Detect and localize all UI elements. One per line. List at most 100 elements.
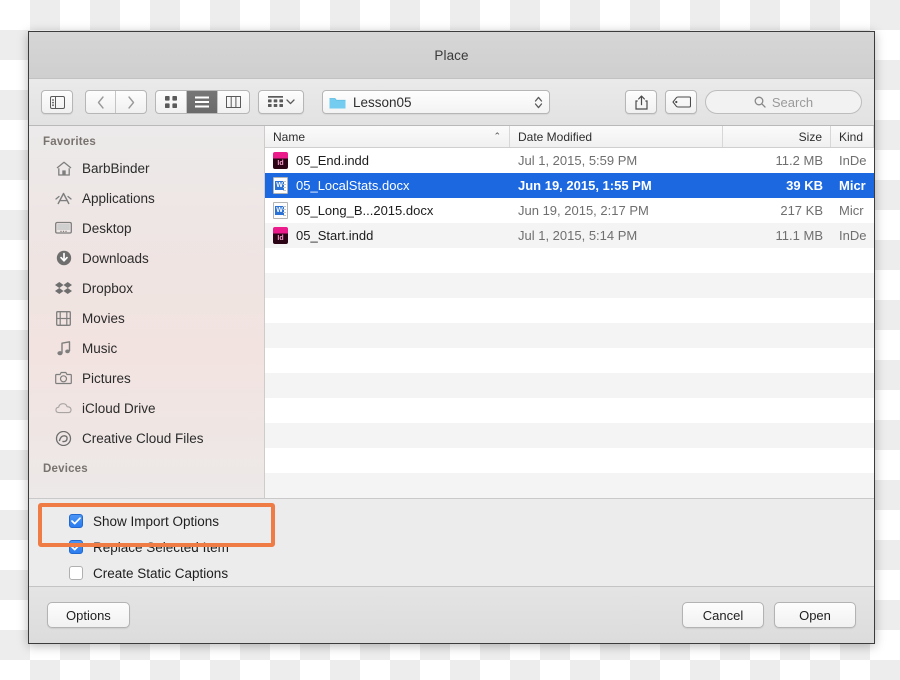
checkbox-create-static-captions[interactable]	[69, 566, 83, 580]
sidebar-toggle-button[interactable]	[41, 90, 73, 114]
chevron-right-icon	[127, 96, 135, 109]
column-header-label: Size	[799, 130, 822, 144]
movies-icon	[55, 310, 72, 327]
dropbox-icon	[55, 280, 72, 297]
checkbox-row-create-static-captions[interactable]: Create Static Captions	[69, 560, 874, 586]
file-name-cell: 05_LocalStats.docx	[265, 173, 510, 198]
path-popup-button[interactable]: Lesson05	[322, 90, 550, 114]
checkbox-label: Create Static Captions	[93, 566, 228, 581]
view-columns-button[interactable]	[218, 91, 249, 113]
file-size-cell: 217 KB	[723, 198, 831, 223]
file-kind-cell: Micr	[831, 198, 874, 223]
sidebar-item-label: Creative Cloud Files	[82, 431, 204, 446]
sidebar-item-downloads[interactable]: Downloads	[29, 243, 264, 273]
sidebar-section-header-devices: Devices	[29, 453, 264, 480]
import-options-pane: Show Import Options Replace Selected Ite…	[29, 498, 874, 586]
window-title: Place	[434, 48, 468, 63]
indesign-file-icon	[273, 227, 288, 244]
view-mode-buttons	[155, 90, 250, 114]
column-header-label: Kind	[839, 130, 863, 144]
search-placeholder: Search	[772, 95, 813, 110]
file-name-label: 05_Start.indd	[296, 228, 373, 243]
checkbox-row-replace-selected-item[interactable]: Replace Selected Item	[69, 534, 874, 560]
desktop-icon	[55, 220, 72, 237]
empty-row	[265, 298, 874, 323]
path-label: Lesson05	[353, 95, 527, 110]
toolbar: Lesson05	[29, 79, 874, 126]
sidebar-item-label: Applications	[82, 191, 155, 206]
share-button[interactable]	[625, 90, 657, 114]
column-header-date-modified[interactable]: Date Modified	[510, 126, 723, 147]
dialog-body: Favorites BarbBinder	[29, 126, 874, 498]
list-view-icon	[195, 96, 209, 108]
sidebar-item-label: Dropbox	[82, 281, 133, 296]
sidebar-item-label: Music	[82, 341, 117, 356]
forward-button[interactable]	[116, 91, 146, 113]
sidebar-item-barbbinder[interactable]: BarbBinder	[29, 153, 264, 183]
sidebar-item-label: Pictures	[82, 371, 131, 386]
sidebar-item-music[interactable]: Music	[29, 333, 264, 363]
file-rows: 05_End.indd Jul 1, 2015, 5:59 PM 11.2 MB…	[265, 148, 874, 498]
column-header-label: Date Modified	[518, 130, 592, 144]
file-list: Name ⌃ Date Modified Size Kind 05_En	[265, 126, 874, 498]
sidebar-item-applications[interactable]: Applications	[29, 183, 264, 213]
view-list-button[interactable]	[187, 91, 218, 113]
share-icon	[635, 95, 648, 110]
empty-row	[265, 448, 874, 473]
column-header-name[interactable]: Name ⌃	[265, 126, 510, 147]
cancel-button[interactable]: Cancel	[682, 602, 764, 628]
dialog-footer: Options Cancel Open	[29, 586, 874, 643]
sidebar-item-label: Downloads	[82, 251, 149, 266]
search-input[interactable]: Search	[705, 90, 862, 114]
file-name-cell: 05_Long_B...2015.docx	[265, 198, 510, 223]
sidebar-item-label: BarbBinder	[82, 161, 150, 176]
table-row[interactable]: 05_Start.indd Jul 1, 2015, 5:14 PM 11.1 …	[265, 223, 874, 248]
checkbox-show-import-options[interactable]	[69, 514, 83, 528]
checkbox-row-show-import-options[interactable]: Show Import Options	[69, 508, 874, 534]
word-file-icon	[273, 202, 288, 219]
column-header-kind[interactable]: Kind	[831, 126, 874, 147]
arrange-icon	[268, 96, 283, 108]
music-icon	[55, 340, 72, 357]
checkbox-replace-selected-item[interactable]	[69, 540, 83, 554]
sidebar-item-movies[interactable]: Movies	[29, 303, 264, 333]
chevron-left-icon	[97, 96, 105, 109]
empty-row	[265, 373, 874, 398]
chevron-down-icon	[286, 99, 295, 105]
sidebar: Favorites BarbBinder	[29, 126, 265, 498]
navigation-buttons	[85, 90, 147, 114]
sidebar-item-dropbox[interactable]: Dropbox	[29, 273, 264, 303]
checkbox-label: Replace Selected Item	[93, 540, 229, 555]
file-kind-cell: Micr	[831, 173, 874, 198]
sidebar-section-header-favorites: Favorites	[29, 126, 264, 153]
file-date-cell: Jul 1, 2015, 5:59 PM	[510, 148, 723, 173]
sidebar-item-pictures[interactable]: Pictures	[29, 363, 264, 393]
indesign-file-icon	[273, 152, 288, 169]
sidebar-item-creative-cloud-files[interactable]: Creative Cloud Files	[29, 423, 264, 453]
sidebar-item-label: Movies	[82, 311, 125, 326]
word-file-icon	[273, 177, 288, 194]
tag-button[interactable]	[665, 90, 697, 114]
file-name-label: 05_Long_B...2015.docx	[296, 203, 433, 218]
back-button[interactable]	[86, 91, 116, 113]
table-row[interactable]: 05_End.indd Jul 1, 2015, 5:59 PM 11.2 MB…	[265, 148, 874, 173]
sidebar-item-icloud-drive[interactable]: iCloud Drive	[29, 393, 264, 423]
sidebar-item-desktop[interactable]: Desktop	[29, 213, 264, 243]
column-header-row: Name ⌃ Date Modified Size Kind	[265, 126, 874, 148]
table-row[interactable]: 05_LocalStats.docx Jun 19, 2015, 1:55 PM…	[265, 173, 874, 198]
column-header-size[interactable]: Size	[723, 126, 831, 147]
file-size-cell: 39 KB	[723, 173, 831, 198]
file-name-label: 05_End.indd	[296, 153, 369, 168]
table-row[interactable]: 05_Long_B...2015.docx Jun 19, 2015, 2:17…	[265, 198, 874, 223]
open-button[interactable]: Open	[774, 602, 856, 628]
cloud-icon	[55, 400, 72, 417]
file-name-cell: 05_Start.indd	[265, 223, 510, 248]
up-down-chevron-icon	[534, 95, 543, 110]
file-kind-cell: InDe	[831, 223, 874, 248]
view-icon-button[interactable]	[156, 91, 187, 113]
options-button[interactable]: Options	[47, 602, 130, 628]
empty-row	[265, 423, 874, 448]
sort-ascending-icon: ⌃	[493, 131, 501, 142]
arrange-button[interactable]	[258, 90, 304, 114]
place-dialog-window: Place	[28, 31, 875, 644]
